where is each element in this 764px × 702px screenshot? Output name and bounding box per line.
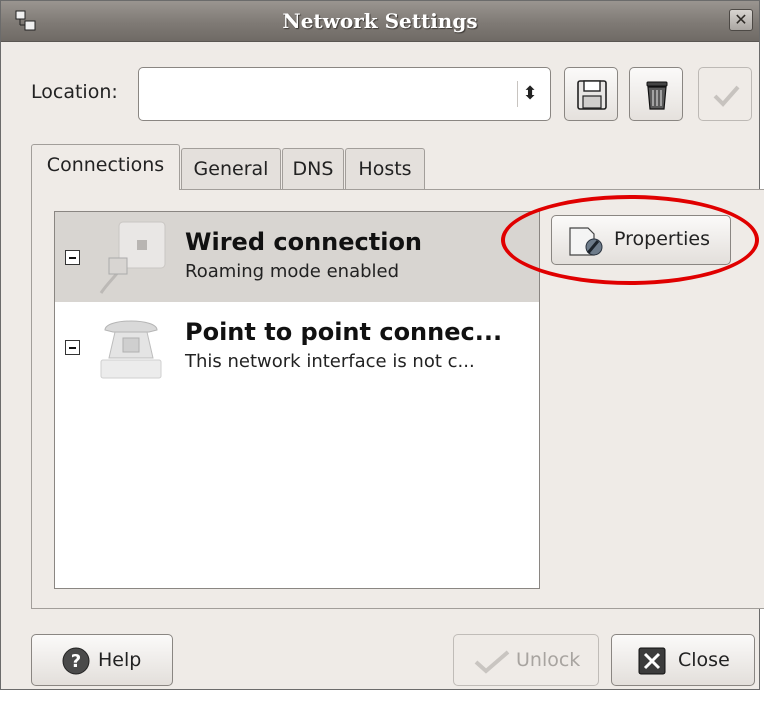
tab-connections[interactable]: Connections	[31, 144, 180, 190]
close-button[interactable]: Close	[611, 634, 755, 686]
unlock-label: Unlock	[516, 649, 581, 671]
unlock-button[interactable]: Unlock	[453, 634, 599, 686]
close-label: Close	[678, 649, 730, 671]
updown-arrows-icon[interactable]: ⬍	[517, 81, 542, 107]
connection-status: Roaming mode enabled	[185, 261, 400, 282]
svg-text:?: ?	[71, 651, 81, 672]
window-title: Network Settings	[282, 9, 478, 33]
connection-status: This network interface is not c...	[185, 351, 475, 372]
title-bar: Network Settings ✕	[1, 1, 759, 42]
list-item[interactable]: Point to point connec... This network in…	[55, 302, 539, 392]
tab-hosts[interactable]: Hosts	[345, 148, 425, 190]
floppy-disk-icon	[577, 80, 607, 110]
unlock-checkmark-icon	[474, 650, 510, 674]
apply-location-button[interactable]	[698, 67, 752, 121]
network-settings-window: Network Settings ✕ Location: ⬍ Connectio…	[0, 0, 764, 690]
highlight-annotation	[501, 195, 759, 285]
help-question-icon: ?	[62, 647, 90, 675]
list-item[interactable]: Wired connection Roaming mode enabled	[55, 212, 539, 302]
save-location-button[interactable]	[564, 67, 618, 121]
close-x-icon	[638, 647, 666, 675]
delete-location-button[interactable]	[629, 67, 683, 121]
help-label: Help	[98, 649, 142, 671]
help-button[interactable]: ? Help	[31, 634, 173, 686]
connection-title: Wired connection	[185, 228, 423, 256]
connections-list: Wired connection Roaming mode enabled Po…	[54, 211, 540, 589]
checkmark-icon	[713, 85, 740, 107]
location-label: Location:	[31, 81, 118, 103]
telephone-modem-icon	[100, 320, 162, 379]
collapse-toggle-icon[interactable]	[65, 250, 80, 265]
tab-general[interactable]: General	[181, 148, 281, 190]
window-close-icon[interactable]: ✕	[729, 9, 753, 31]
tab-dns[interactable]: DNS	[282, 148, 344, 190]
collapse-toggle-icon[interactable]	[65, 340, 80, 355]
wired-network-icon	[99, 221, 166, 294]
connection-title: Point to point connec...	[185, 318, 503, 346]
location-combo[interactable]: ⬍	[138, 67, 551, 121]
trash-can-icon	[646, 81, 668, 110]
